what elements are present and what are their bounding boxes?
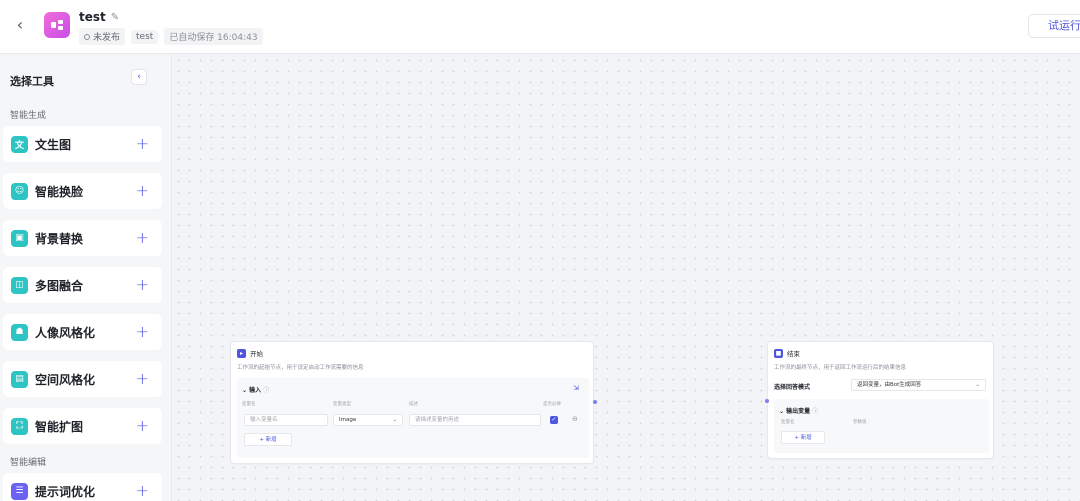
back-button[interactable]: ‹ [10,15,30,35]
tool-label: 智能扩图 [35,419,84,434]
end-node-input-port[interactable] [765,399,769,403]
answer-mode-select[interactable]: 返回变量，由Bot生成回答 ⌄ [851,379,986,391]
plus-icon[interactable]: + [136,371,149,387]
app-logo-icon [44,12,70,38]
import-icon[interactable]: ⇲ [573,384,579,392]
add-input-button[interactable]: + 新增 [244,433,292,446]
tool-item-space-style[interactable]: ▤ 空间风格化 + [3,361,162,397]
workflow-logo-icon [51,20,63,30]
chevron-left-icon: ‹ [16,15,24,34]
space-style-icon: ▤ [11,370,28,388]
remove-icon[interactable]: ⊖ [572,415,578,423]
app-title: test ✎ [79,10,119,24]
meta-row: 未发布 test 已自动保存 16:04:43 [79,28,263,45]
var-description-input[interactable]: 请描述变量的用途 [409,414,541,426]
end-node[interactable]: ■ 结束 工作流的最终节点，用于返回工作流运行后的结果信息 选择回答模式 返回变… [765,341,994,459]
answer-mode-label: 选择回答模式 [774,384,811,391]
column-header-var-name: 变量名 [781,420,795,425]
start-node-icon: ▸ [237,348,246,358]
tool-label: 空间风格化 [35,372,96,387]
input-section-label: 输入 [249,387,262,394]
portrait-style-icon: ☗ [11,323,28,341]
end-node-icon: ■ [774,348,783,358]
autosave-status: 已自动保存 16:04:43 [164,28,263,45]
info-icon: ⓘ [263,387,270,394]
column-header-var-name: 变量名 [242,402,256,407]
trial-run-button[interactable]: 试运行 [1028,14,1080,38]
publish-status-badge: 未发布 [79,28,126,45]
add-output-button[interactable]: + 新增 [781,431,825,444]
multi-image-fusion-icon: ◫ [11,276,28,294]
plus-icon[interactable]: + [136,418,149,434]
start-node-header: ▸ 开始 [237,348,263,358]
var-name-input[interactable]: 输入变量名 [244,414,328,426]
column-header-description: 描述 [409,402,418,407]
var-type-value: Image [339,417,357,423]
input-section-title[interactable]: ⌄ 输入 ⓘ [242,385,269,394]
column-header-param-value: 参数值 [853,420,867,425]
plus-icon[interactable]: + [136,230,149,246]
output-section: ⌄ 输出变量 ⓘ 变量名 参数值 + 新增 [774,399,989,453]
tool-item-image-expand[interactable]: ⛶ 智能扩图 + [3,408,162,444]
tag-badge: test [131,29,159,44]
output-section-title[interactable]: ⌄ 输出变量 ⓘ [779,406,818,415]
tool-item-face-swap[interactable]: ☺ 智能换脸 + [3,173,162,209]
plus-icon[interactable]: + [136,324,149,340]
sidebar-title: 选择工具 [10,75,54,88]
column-header-var-type: 变量类型 [333,402,351,407]
chevron-down-icon: ⌄ [779,408,785,415]
start-node-title: 开始 [250,350,263,358]
text-to-image-icon: 文 [11,135,28,153]
workflow-canvas[interactable]: ▸ 开始 工作流的起始节点，用于设定启动工作流需要的信息 ⌄ 输入 ⓘ ⇲ 变量… [173,55,1080,501]
end-node-title: 结束 [787,350,800,358]
publish-status-text: 未发布 [93,33,121,43]
start-node[interactable]: ▸ 开始 工作流的起始节点，用于设定启动工作流需要的信息 ⌄ 输入 ⓘ ⇲ 变量… [230,341,597,464]
tool-item-prompt-optimize[interactable]: ☰ 提示词优化 + [3,473,162,501]
image-expand-icon: ⛶ [11,417,28,435]
tool-item-multi-image-fusion[interactable]: ◫ 多图融合 + [3,267,162,303]
answer-mode-value: 返回变量，由Bot生成回答 [857,382,922,388]
tool-label: 多图融合 [35,278,84,293]
tool-label: 智能换脸 [35,184,84,199]
tool-item-text-to-image[interactable]: 文 文生图 + [3,126,162,162]
required-checkbox[interactable]: ✓ [550,416,558,424]
plus-icon[interactable]: + [136,136,149,152]
background-replace-icon: ▣ [11,229,28,247]
prompt-optimize-icon: ☰ [11,482,28,500]
input-section: ⌄ 输入 ⓘ ⇲ 变量名 变量类型 描述 是否必要 输入变量名 Image ⌄ … [237,378,589,458]
column-header-required: 是否必要 [543,402,561,407]
group-label-generation: 智能生成 [10,111,47,121]
top-header: ‹ test ✎ 未发布 test 已自动保存 16:04:43 试运行 [0,0,1080,54]
tool-label: 背景替换 [35,231,84,246]
tool-sidebar: 选择工具 ‹ 智能生成 文 文生图 + ☺ 智能换脸 + ▣ 背景替换 + ◫ … [0,55,172,501]
chevron-down-icon: ⌄ [392,417,397,423]
chevron-down-icon: ⌄ [975,382,980,388]
var-type-select[interactable]: Image ⌄ [333,414,403,426]
info-icon: ⓘ [812,408,819,415]
tool-label: 人像风格化 [35,325,96,340]
app-title-text: test [79,10,106,24]
start-node-description: 工作流的起始节点，用于设定启动工作流需要的信息 [237,365,364,371]
plus-icon[interactable]: + [136,183,149,199]
start-node-output-port[interactable] [593,400,597,404]
chevron-left-icon: ‹ [137,72,141,82]
output-section-label: 输出变量 [786,408,811,415]
tool-label: 文生图 [35,137,72,152]
plus-icon[interactable]: + [136,483,149,499]
plus-icon[interactable]: + [136,277,149,293]
chevron-down-icon: ⌄ [242,387,248,394]
tool-label: 提示词优化 [35,484,96,499]
end-node-header: ■ 结束 [774,348,800,358]
tool-item-background-replace[interactable]: ▣ 背景替换 + [3,220,162,256]
status-dot-icon [84,33,90,40]
edit-icon[interactable]: ✎ [111,12,119,23]
face-swap-icon: ☺ [11,182,28,200]
group-label-editing: 智能编辑 [10,458,47,468]
tool-item-portrait-style[interactable]: ☗ 人像风格化 + [3,314,162,350]
end-node-description: 工作流的最终节点，用于返回工作流运行后的结果信息 [774,365,907,371]
collapse-sidebar-button[interactable]: ‹ [131,69,147,85]
